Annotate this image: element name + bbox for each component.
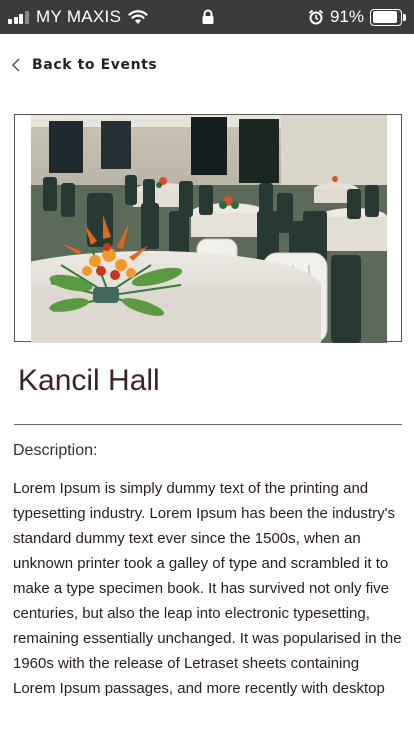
back-label: Back to Events [32,57,158,73]
alarm-icon [308,9,324,25]
event-photo [14,114,402,343]
carrier-name: MY MAXIS [36,7,122,26]
battery-percent: 91% [329,7,364,26]
battery-icon [370,8,406,26]
status-left: MY MAXIS [8,7,148,27]
title-divider [14,424,402,425]
wifi-icon [128,10,148,24]
chevron-left-icon [11,58,20,72]
status-right: 91% [308,7,406,27]
back-to-events-button[interactable]: Back to Events [10,54,157,76]
signal-icon [8,10,30,24]
hall-photo-image [31,115,387,343]
description-label: Description: [13,442,98,459]
event-title: Kancil Hall [18,364,160,397]
lock-icon [202,9,214,24]
description-text: Lorem Ipsum is simply dummy text of the … [13,480,402,697]
status-bar: MY MAXIS 91% [0,0,414,34]
